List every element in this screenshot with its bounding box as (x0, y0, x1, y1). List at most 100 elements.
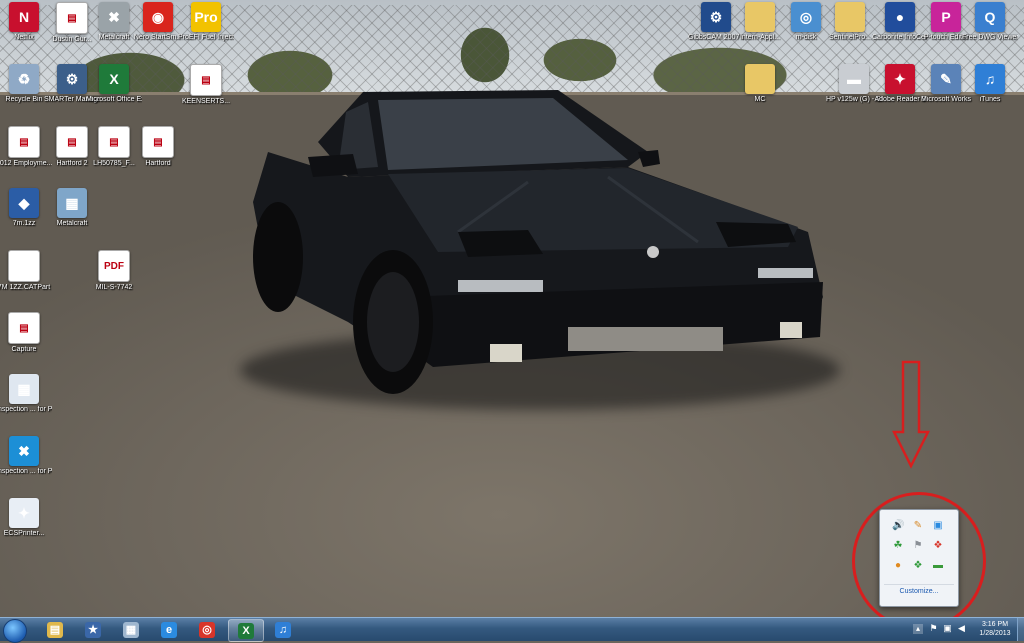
netflix-icon: N (9, 2, 39, 32)
pen-icon[interactable]: ✎ (912, 520, 924, 532)
desktop-icon-label: MIL-S-7742 (95, 284, 133, 291)
folder-icon (745, 2, 775, 32)
desktop-icon-label: SentinelPro... (828, 34, 872, 41)
desktop-icon[interactable]: MC (732, 64, 788, 126)
smarter-manager-icon: ⚙ (57, 64, 87, 94)
desktop-icon[interactable]: Q Free DWG Viewer (962, 2, 1018, 64)
desktop-icon-label: Capture (11, 346, 37, 353)
recycle-bin-icon: ♻ (9, 64, 39, 94)
dwg-viewer-icon: Q (975, 2, 1005, 32)
pdf-document-icon: ▤ (56, 126, 88, 158)
works-icon: ✎ (931, 64, 961, 94)
clock[interactable]: 3:16 PM 1/28/2013 (974, 620, 1016, 638)
inspection-app-icon: ▦ (9, 374, 39, 404)
car-image (253, 90, 823, 394)
desktop-icon-label: ECSPrinter... (3, 530, 45, 537)
desktop-icon-label: MC (754, 96, 766, 103)
taskbar-button[interactable]: ♫ (266, 619, 300, 640)
clock-time: 3:16 PM (981, 621, 1009, 628)
carbonite-icon: ● (885, 2, 915, 32)
desktop-icon[interactable]: ♫ iTunes (962, 64, 1018, 126)
chrome-icon: ◎ (199, 621, 215, 638)
desktop-icon[interactable]: ▤ KEENSERTS... (178, 64, 234, 126)
desktop-icon[interactable]: SentinelPro... (822, 2, 878, 64)
explorer-icon: ▤ (47, 621, 63, 638)
excel-icon: X (99, 64, 129, 94)
desktop-icon[interactable]: 7M 1ZZ.CATPart (0, 250, 52, 312)
m-disk-icon: ◎ (791, 2, 821, 32)
desktop-icon-label: Hartford (145, 160, 171, 167)
action-center-flag-icon[interactable]: ⚑ (912, 540, 924, 552)
desktop-icon-label: iTunes (979, 96, 1001, 103)
image-file-icon: ▤ (8, 312, 40, 344)
volume-icon[interactable]: 🔊 (892, 520, 904, 532)
taskbar-button[interactable]: e (152, 619, 186, 640)
taskbar-button[interactable]: ▦ (114, 619, 148, 640)
desktop-icon[interactable]: ▦ Metalcraft (44, 188, 100, 250)
taskbar: ▴ 3:16 PM 1/28/2013 ▤ ★ ▦ e ◎ X ♫ ⚑ ▣ ◀ (0, 617, 1024, 643)
green-app-icon[interactable]: ☘ (892, 540, 904, 552)
pdf-file-icon: PDF (98, 250, 130, 282)
ptouch-icon: P (931, 2, 961, 32)
show-hidden-icons-button[interactable]: ▴ (913, 624, 923, 634)
gibbscam-icon: ⚙ (701, 2, 731, 32)
colorful-app-icon[interactable]: ❖ (932, 540, 944, 552)
desktop-icon-label: 7M 1ZZ.CATPart (0, 284, 51, 291)
blank-file-icon (8, 250, 40, 282)
inspection-app-icon: ✖ (9, 436, 39, 466)
notification-overflow-popup: Customize... 🔊 ✎ ▣ ☘ ⚑ ❖ ● ❖ ▬ (879, 509, 959, 607)
start-button[interactable] (3, 619, 27, 643)
pdf-document-icon: ▤ (8, 126, 40, 158)
taskbar-button[interactable]: X (228, 619, 264, 642)
desktop-icon-label: KEENSERTS... (181, 98, 231, 105)
internet-explorer-icon: e (161, 621, 177, 638)
desktop-icon[interactable]: ▤ Hartford (130, 126, 186, 188)
document-icon: ▤ (56, 2, 88, 34)
desktop-icon[interactable]: ▤ Capture (0, 312, 52, 374)
program-icon: ★ (85, 621, 101, 638)
desktop-icon[interactable]: PDF MIL-S-7742 (86, 250, 142, 312)
taskbar-button[interactable]: ◎ (190, 619, 224, 640)
pdf-document-icon: ▤ (98, 126, 130, 158)
folder-icon (835, 2, 865, 32)
desktop-icon-label: Metalcraft (56, 220, 88, 227)
desktop-icon[interactable]: Pro ProEFI Fuel Injection ... (178, 2, 234, 64)
desktop-icon[interactable]: ✦ ECSPrinter... (0, 498, 52, 560)
usb-drive-icon: ▬ (839, 64, 869, 94)
document-icon: ▤ (190, 64, 222, 96)
clock-date: 1/28/2013 (979, 630, 1011, 637)
network-icon[interactable]: ▣ (942, 623, 953, 634)
flag-icon[interactable]: ⚑ (928, 623, 939, 634)
nero-icon: ◉ (143, 2, 173, 32)
desktop-icon[interactable]: ✖ Inspection ... for PDF 2013 (0, 436, 52, 498)
desktop-icon-label: ProEFI Fuel Injection ... (178, 34, 234, 41)
itunes-icon: ♫ (975, 64, 1005, 94)
calculator-icon: ▦ (123, 621, 139, 638)
sync-icon[interactable]: ▣ (932, 520, 944, 532)
taskbar-button[interactable]: ★ (76, 619, 110, 640)
cad-file-icon: ◆ (9, 188, 39, 218)
show-desktop-button[interactable] (1017, 618, 1024, 641)
spreadsheet-icon: ▦ (57, 188, 87, 218)
customize-link[interactable]: Customize... (880, 588, 958, 595)
adobe-reader-icon: ✦ (885, 64, 915, 94)
desktop-icon-label: Free DWG Viewer (962, 34, 1018, 41)
proefi-icon: Pro (191, 2, 221, 32)
itunes-icon: ♫ (275, 621, 291, 638)
network-drive-icon: ✖ (99, 2, 129, 32)
printer-app-icon: ✦ (9, 498, 39, 528)
taskbar-button[interactable]: ▤ (38, 619, 72, 640)
colorful-app-icon[interactable]: ❖ (912, 560, 924, 572)
desktop-icon[interactable]: X Microsoft Office Exc... (86, 64, 142, 126)
folder-icon (745, 64, 775, 94)
popup-separator (884, 584, 954, 585)
pdf-document-icon: ▤ (142, 126, 174, 158)
speaker-icon[interactable]: ◀ (956, 623, 967, 634)
orange-app-icon[interactable]: ● (892, 560, 904, 572)
nvidia-icon[interactable]: ▬ (932, 560, 944, 572)
annotation-arrow (892, 360, 930, 469)
desktop-icon[interactable]: ▦ Inspection ... for PDF 2012 (0, 374, 52, 436)
desktop-icon-label: Inspection ... for PDF 2013 (0, 468, 52, 475)
desktop-icon-label: Inspection ... for PDF 2012 (0, 406, 52, 413)
excel-icon: X (238, 622, 254, 639)
